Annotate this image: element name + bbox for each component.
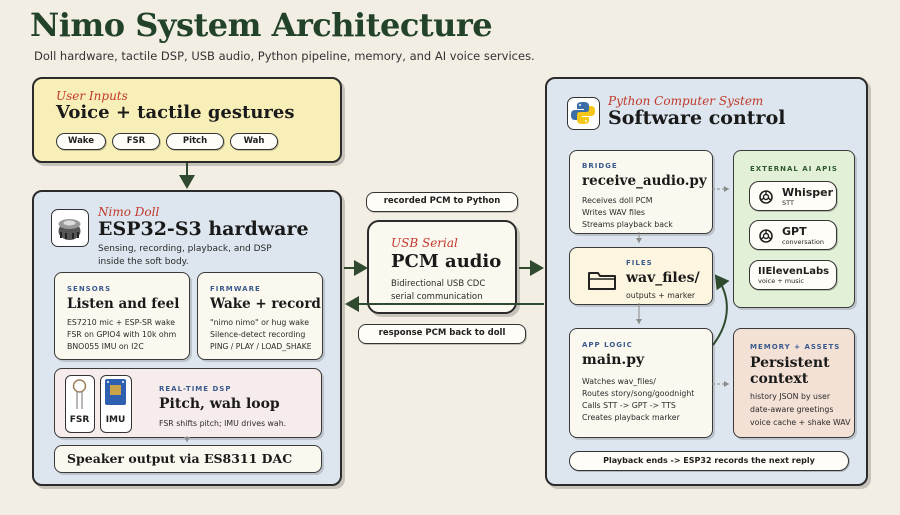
external-apis-card: EXTERNAL AI APIS Whisper STT GPT convers… [733,150,855,308]
python-heading: Software control [608,107,786,129]
imu-label: IMU [105,415,126,425]
speaker-output-card: Speaker output via ES8311 DAC [54,445,322,473]
files-desc: outputs + marker [626,291,696,300]
openai-icon [759,229,773,243]
memory-line-1: history JSON by user [750,392,831,401]
sensors-line-1: ES7210 mic + ESP-SR wake [67,318,175,327]
whisper-name: Whisper [782,185,834,199]
bridge-card: BRIDGE receive_audio.py Receives doll PC… [569,150,713,234]
elevenlabs-sub: voice + music [758,276,804,285]
nimo-doll-panel: Nimo Doll ESP32-S3 hardware Sensing, rec… [32,190,342,486]
dsp-heading: Pitch, wah loop [159,396,280,412]
doll-desc: Sensing, recording, playback, and DSP in… [98,244,272,268]
app-line-1: Watches wav_files/ [582,377,656,386]
gpt-chip: GPT conversation [749,220,837,250]
app-line-3: Calls STT -> GPT -> TTS [582,401,676,410]
bridge-heading: receive_audio.py [582,173,707,189]
bridge-tag: BRIDGE [582,162,618,170]
speaker-output-text: Speaker output via ES8311 DAC [67,451,293,466]
firmware-tag: FIRMWARE [210,285,261,293]
bridge-line-2: Writes WAV files [582,208,645,217]
doll-icon [51,209,89,247]
fsr-label: FSR [69,415,90,425]
chip-fsr: FSR [112,133,160,150]
sensors-tag: SENSORS [67,285,112,293]
dsp-desc: FSR shifts pitch; IMU drives wah. [159,419,287,428]
playback-ends-pill: Playback ends -> ESP32 records the next … [569,451,849,471]
firmware-line-2: Silence-detect recording [210,330,306,339]
whisper-chip: Whisper STT [749,181,837,211]
files-heading: wav_files/ [626,270,700,286]
user-inputs-label: User Inputs [56,89,128,103]
fsr-sensor-icon: FSR [65,375,95,433]
bridge-line-3: Streams playback back [582,220,673,229]
app-logic-card: APP LOGIC main.py Watches wav_files/ Rou… [569,328,713,438]
usb-heading: PCM audio [391,251,502,272]
user-inputs-heading: Voice + tactile gestures [56,102,295,123]
usb-serial-card: USB Serial PCM audio Bidirectional USB C… [367,220,517,314]
python-logo-icon [567,97,600,130]
whisper-sub: STT [782,198,794,207]
app-tag: APP LOGIC [582,341,633,349]
usb-line-1: Bidirectional USB CDC [391,279,486,289]
usb-label: USB Serial [391,236,458,250]
python-panel: Python Computer System Software control … [545,77,868,486]
sensors-heading: Listen and feel [67,296,180,312]
firmware-line-3: PING / PLAY / LOAD_SHAKE [210,342,312,351]
page-title: Nimo System Architecture [30,6,493,44]
folder-icon [588,270,616,294]
python-label: Python Computer System [608,94,764,108]
app-line-2: Routes story/song/goodnight [582,389,695,398]
elevenlabs-name: IIElevenLabs [758,265,830,277]
sensors-line-2: FSR on GPIO4 with 10k ohm [67,330,177,339]
gpt-sub: conversation [782,237,825,246]
openai-icon [759,190,773,204]
user-inputs-panel: User Inputs Voice + tactile gestures Wak… [32,77,342,163]
doll-heading: ESP32-S3 hardware [98,218,309,240]
gpt-name: GPT [782,224,807,238]
app-heading: main.py [582,352,645,368]
memory-heading: Persistent context [750,355,830,387]
response-pcm-pill: response PCM back to doll [358,324,526,344]
recorded-pcm-pill: recorded PCM to Python [366,192,518,212]
firmware-line-1: "nimo nimo" or hug wake [210,318,310,327]
bridge-line-1: Receives doll PCM [582,196,653,205]
files-card: FILES wav_files/ outputs + marker [569,247,713,305]
sensors-card: SENSORS Listen and feel ES7210 mic + ESP… [54,272,190,360]
imu-sensor-icon: IMU [100,375,132,433]
firmware-card: FIRMWARE Wake + record "nimo nimo" or hu… [197,272,323,360]
doll-label: Nimo Doll [98,205,160,219]
usb-line-2: serial communication [391,292,483,302]
memory-line-2: date-aware greetings [750,405,834,414]
apis-tag: EXTERNAL AI APIS [750,165,838,173]
memory-line-3: voice cache + shake WAV [750,418,851,427]
app-line-4: Creates playback marker [582,413,680,422]
elevenlabs-chip: IIElevenLabs voice + music [749,260,837,290]
sensors-line-3: BNO055 IMU on I2C [67,342,144,351]
files-tag: FILES [626,259,653,267]
chip-wake: Wake [56,133,106,150]
firmware-heading: Wake + record [210,296,321,312]
dsp-tag: REAL-TIME DSP [159,385,232,393]
memory-card: MEMORY + ASSETS Persistent context histo… [733,328,855,438]
page-subtitle: Doll hardware, tactile DSP, USB audio, P… [34,49,535,63]
chip-pitch: Pitch [166,133,224,150]
dsp-card: FSR IMU REAL-TIME DSP Pitch, wah loop FS… [54,368,322,438]
chip-wah: Wah [230,133,278,150]
memory-tag: MEMORY + ASSETS [750,343,841,351]
